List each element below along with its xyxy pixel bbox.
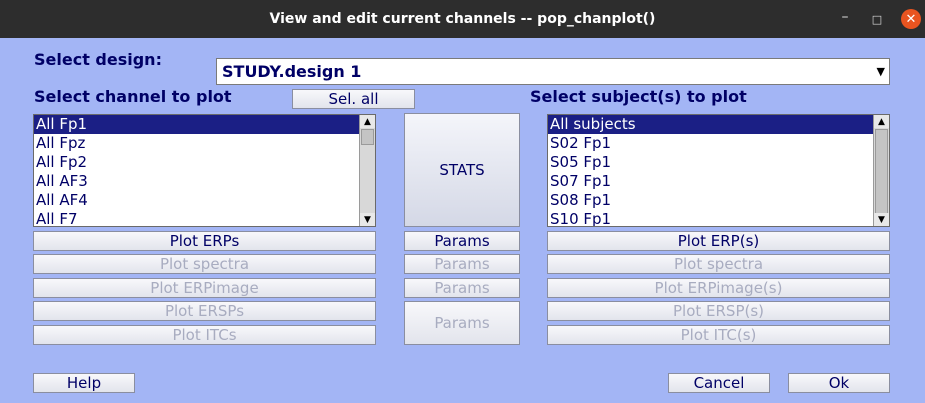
subject-label: Select subject(s) to plot bbox=[530, 87, 747, 106]
subject-list[interactable]: All subjects S02 Fp1 S05 Fp1 S07 Fp1 S08… bbox=[547, 114, 890, 227]
scroll-thumb[interactable] bbox=[361, 129, 374, 145]
list-item[interactable]: All Fp2 bbox=[34, 153, 375, 172]
list-item[interactable]: S10 Fp1 bbox=[548, 210, 889, 226]
list-item[interactable]: All Fpz bbox=[34, 134, 375, 153]
close-icon[interactable]: ✕ bbox=[901, 9, 921, 29]
stats-button[interactable]: STATS bbox=[404, 113, 520, 227]
list-item[interactable]: S05 Fp1 bbox=[548, 153, 889, 172]
list-item[interactable]: S02 Fp1 bbox=[548, 134, 889, 153]
plot-spectra-subjects-button[interactable]: Plot spectra bbox=[547, 254, 890, 274]
design-selected-value: STUDY.design 1 bbox=[222, 62, 362, 81]
title-bar: View and edit current channels -- pop_ch… bbox=[0, 0, 925, 38]
minimize-icon[interactable]: – bbox=[835, 7, 855, 27]
arrow-down-icon[interactable]: ▼ bbox=[874, 213, 889, 226]
ok-button[interactable]: Ok bbox=[788, 373, 890, 393]
plot-ersps-button[interactable]: Plot ERSPs bbox=[33, 301, 376, 321]
chevron-down-icon: ▼ bbox=[876, 65, 885, 78]
channel-list[interactable]: All Fp1 All Fpz All Fp2 All AF3 All AF4 … bbox=[33, 114, 376, 227]
params-ersp-itc-button[interactable]: Params bbox=[404, 301, 520, 345]
list-item[interactable]: S08 Fp1 bbox=[548, 191, 889, 210]
design-label: Select design: bbox=[34, 50, 162, 69]
help-button[interactable]: Help bbox=[33, 373, 135, 393]
list-item[interactable]: All Fp1 bbox=[34, 115, 375, 134]
channel-scrollbar[interactable]: ▲ ▼ bbox=[359, 115, 375, 226]
maximize-icon[interactable]: □ bbox=[867, 9, 887, 29]
params-erp-button[interactable]: Params bbox=[404, 231, 520, 251]
window-title: View and edit current channels -- pop_ch… bbox=[269, 11, 656, 27]
params-erpimage-button[interactable]: Params bbox=[404, 278, 520, 298]
plot-erpimage-subjects-button[interactable]: Plot ERPimage(s) bbox=[547, 278, 890, 298]
channel-label: Select channel to plot bbox=[34, 87, 232, 106]
cancel-button[interactable]: Cancel bbox=[668, 373, 770, 393]
list-item[interactable]: All AF4 bbox=[34, 191, 375, 210]
subject-scrollbar[interactable]: ▲ ▼ bbox=[873, 115, 889, 226]
list-item[interactable]: All F7 bbox=[34, 210, 375, 226]
plot-itcs-button[interactable]: Plot ITCs bbox=[33, 325, 376, 345]
arrow-up-icon[interactable]: ▲ bbox=[360, 115, 375, 128]
arrow-down-icon[interactable]: ▼ bbox=[360, 213, 375, 226]
scroll-thumb[interactable] bbox=[875, 129, 888, 215]
list-item[interactable]: All AF3 bbox=[34, 172, 375, 191]
plot-ersp-subjects-button[interactable]: Plot ERSP(s) bbox=[547, 301, 890, 321]
plot-erps-button[interactable]: Plot ERPs bbox=[33, 231, 376, 251]
design-select[interactable]: STUDY.design 1 ▼ bbox=[216, 58, 890, 85]
plot-spectra-button[interactable]: Plot spectra bbox=[33, 254, 376, 274]
params-spectra-button[interactable]: Params bbox=[404, 254, 520, 274]
list-item[interactable]: All subjects bbox=[548, 115, 889, 134]
list-item[interactable]: S07 Fp1 bbox=[548, 172, 889, 191]
plot-erp-subjects-button[interactable]: Plot ERP(s) bbox=[547, 231, 890, 251]
select-all-button[interactable]: Sel. all bbox=[292, 89, 415, 109]
arrow-up-icon[interactable]: ▲ bbox=[874, 115, 889, 128]
plot-itc-subjects-button[interactable]: Plot ITC(s) bbox=[547, 325, 890, 345]
plot-erpimage-button[interactable]: Plot ERPimage bbox=[33, 278, 376, 298]
